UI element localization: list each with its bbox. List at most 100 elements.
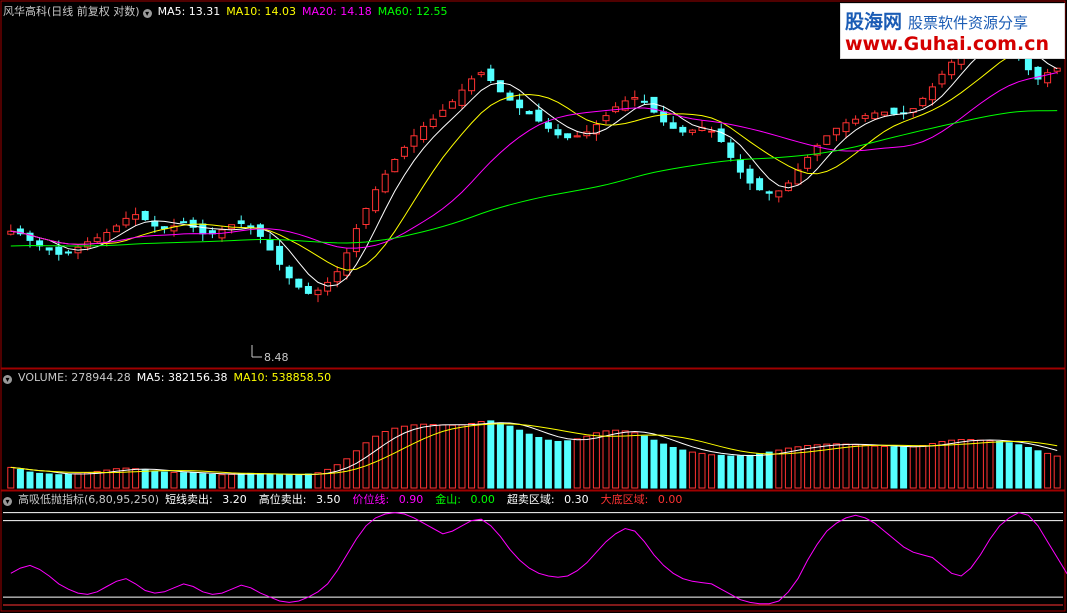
candle-body — [180, 221, 188, 224]
volume-bar — [295, 474, 303, 489]
price-line-label: 价位线: 0.90 — [352, 493, 424, 506]
volume-bar — [228, 473, 236, 489]
volume-bar — [698, 452, 706, 489]
candle-body — [199, 223, 207, 235]
candle-body — [765, 191, 773, 194]
volume-bar — [554, 441, 562, 489]
volume-bar — [765, 451, 773, 489]
volume-bar — [400, 425, 408, 489]
candle-body — [746, 168, 754, 184]
volume-bar — [669, 447, 677, 489]
volume-settings-icon[interactable]: ▾ — [3, 375, 12, 384]
volume-bar — [900, 446, 908, 489]
candle-body — [295, 278, 303, 288]
guhai-watermark: 股海网 股票软件资源分享 www.Guhai.com.cn — [840, 3, 1065, 59]
candle-body — [717, 128, 725, 142]
volume-bar — [160, 471, 168, 489]
volume-bar — [564, 440, 572, 489]
candle — [391, 158, 399, 173]
candle-body — [381, 173, 389, 193]
candle-body — [871, 112, 879, 120]
chart-canvas[interactable]: 8.48 — [0, 0, 1067, 613]
volume-bar — [640, 435, 648, 489]
candle-body — [487, 68, 495, 81]
volume-bar — [477, 421, 485, 489]
volume-bar — [544, 439, 552, 489]
volume-bar — [612, 429, 620, 489]
volume-bar — [410, 424, 418, 489]
volume-legend: ▾ VOLUME: 278944.28 MA5: 382156.38 MA10: 53… — [3, 371, 337, 385]
volume-ma10-label: MA10: 538858.50 — [233, 371, 332, 384]
volume-bar — [1034, 450, 1042, 489]
volume-bar — [324, 468, 332, 489]
candle-body — [736, 159, 744, 173]
candle-body — [573, 135, 581, 138]
volume-bar — [170, 471, 178, 489]
candle-body — [890, 107, 898, 115]
volume-bar — [919, 445, 927, 489]
candle-body — [132, 214, 140, 220]
volume-bar — [487, 420, 495, 489]
volume-label: VOLUME: 278944.28 — [18, 371, 131, 384]
volume-bar — [468, 423, 476, 489]
ma60-label: MA60: 12.55 — [377, 5, 448, 18]
volume-bar — [26, 471, 34, 489]
candle-body — [448, 101, 456, 109]
volume-bar — [314, 472, 322, 489]
volume-bar — [151, 470, 159, 489]
volume-bar — [458, 424, 466, 489]
candle-body — [804, 156, 812, 169]
volume-bar — [1024, 447, 1032, 489]
volume-bar — [208, 473, 216, 489]
volume-bar — [45, 473, 53, 489]
volume-bar — [746, 454, 754, 489]
volume-bar — [180, 472, 188, 489]
candle-body — [842, 122, 850, 133]
candle-body — [823, 135, 831, 145]
volume-bar — [439, 424, 447, 489]
candle-body — [324, 281, 332, 292]
candle-body — [151, 220, 159, 227]
volume-bar — [84, 472, 92, 489]
candle-body — [343, 252, 351, 276]
candle-body — [420, 125, 428, 141]
candle — [496, 80, 504, 93]
candle-body — [640, 100, 648, 103]
volume-bar — [448, 424, 456, 489]
candle-body — [861, 115, 869, 119]
candle-body — [93, 237, 101, 243]
candle-body — [276, 245, 284, 265]
candle — [756, 176, 764, 191]
candle-body — [237, 220, 245, 224]
candle-body — [439, 109, 447, 117]
volume-bar — [122, 467, 130, 489]
candle-body — [852, 118, 860, 124]
volume-bar — [199, 473, 207, 489]
candle-body — [333, 271, 341, 283]
volume-bar — [660, 443, 668, 489]
volume-bar — [852, 444, 860, 489]
settings-circle-icon[interactable]: ▾ — [142, 9, 152, 18]
short-sell-label: 短线卖出: 3.20 — [165, 493, 247, 506]
volume-bar — [976, 439, 984, 489]
indicator-settings-icon[interactable]: ▾ — [3, 497, 12, 506]
candle-body — [112, 225, 120, 233]
candle-body — [688, 129, 696, 133]
candle-body — [477, 72, 485, 76]
volume-bar — [247, 472, 255, 489]
gold-mountain-label: 金山: 0.00 — [435, 493, 495, 506]
volume-bar — [871, 445, 879, 489]
volume-bar — [986, 440, 994, 489]
stock-title: 风华高科(日线 前复权 对数) — [3, 5, 140, 18]
volume-bar — [727, 455, 735, 489]
indicator-title: 高吸低抛指标(6,80,95,250) — [18, 493, 160, 506]
volume-bar — [256, 473, 264, 489]
candle-body — [218, 229, 226, 239]
volume-bar — [266, 473, 274, 489]
volume-bar — [276, 474, 284, 489]
candle-body — [516, 99, 524, 109]
candle-body — [544, 122, 552, 129]
candle-body — [564, 133, 572, 139]
volume-bar — [343, 458, 351, 489]
candle-body — [948, 61, 956, 76]
